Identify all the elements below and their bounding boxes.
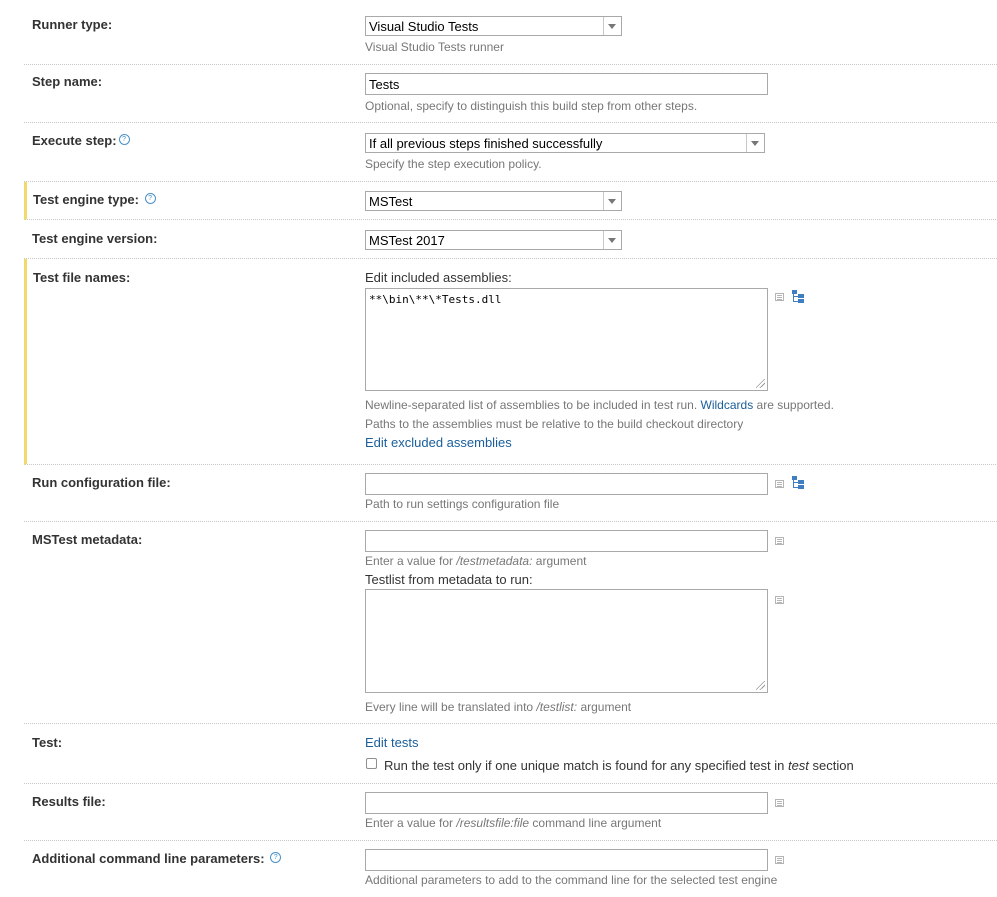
- unique-match-tail: section: [808, 758, 854, 773]
- test-engine-version-value: MSTest 2017: [369, 233, 445, 248]
- list-icon[interactable]: [775, 856, 784, 864]
- mstest-metadata-note-tail: argument: [532, 554, 587, 568]
- assemblies-note-2: Paths to the assemblies must be relative…: [365, 417, 744, 431]
- runner-type-select[interactable]: Visual Studio Tests: [365, 16, 622, 36]
- test-row: Test:: [24, 724, 997, 784]
- step-name-value: Tests: [369, 77, 400, 92]
- mstest-metadata-note: Enter a value for /testmetadata: argumen…: [365, 554, 586, 568]
- results-file-note-tail: command line argument: [529, 816, 662, 830]
- testlist-note-text: Every line will be translated into: [365, 700, 537, 714]
- list-icon[interactable]: [775, 799, 784, 807]
- mstest-metadata-input[interactable]: [365, 530, 768, 552]
- additional-params-label-wrap: Additional command line parameters: ?: [32, 851, 282, 866]
- mstest-metadata-label: MSTest metadata:: [32, 532, 143, 547]
- assemblies-note-1-tail: are supported.: [753, 398, 834, 412]
- list-icon[interactable]: [775, 293, 784, 301]
- test-label: Test:: [32, 735, 63, 750]
- testlist-label: Testlist from metadata to run:: [365, 572, 533, 587]
- testlist-textarea[interactable]: [365, 589, 768, 693]
- assemblies-note-1: Newline-separated list of assemblies to …: [365, 398, 834, 412]
- resize-grip-icon[interactable]: [756, 379, 765, 388]
- test-engine-version-label: Test engine version:: [32, 231, 158, 246]
- unique-match-text: Run the test only if one unique match is…: [384, 758, 788, 773]
- additional-params-note: Additional parameters to add to the comm…: [365, 873, 778, 887]
- testlist-note: Every line will be translated into /test…: [365, 700, 631, 714]
- results-file-label: Results file:: [32, 794, 106, 809]
- list-icon[interactable]: [775, 480, 784, 488]
- chevron-down-icon[interactable]: [603, 192, 621, 210]
- test-file-names-label: Test file names:: [33, 270, 131, 285]
- edit-tests-link[interactable]: Edit tests: [365, 735, 418, 750]
- step-name-input[interactable]: Tests: [365, 73, 768, 95]
- test-engine-type-label: Test engine type:: [33, 192, 139, 207]
- step-name-label: Step name:: [32, 74, 103, 89]
- testlist-note-tail: argument: [577, 700, 632, 714]
- edit-excluded-assemblies-link[interactable]: Edit excluded assemblies: [365, 435, 512, 450]
- execute-step-value: If all previous steps finished successfu…: [369, 136, 603, 151]
- results-file-note-arg: /resultsfile:file: [456, 816, 530, 830]
- run-config-note: Path to run settings configuration file: [365, 497, 560, 511]
- test-engine-type-select[interactable]: MSTest: [365, 191, 622, 211]
- assemblies-note-1-text: Newline-separated list of assemblies to …: [365, 398, 701, 412]
- execute-step-label-wrap: Execute step:?: [32, 133, 130, 148]
- unique-match-em: test: [787, 758, 809, 773]
- included-assemblies-textarea[interactable]: **\bin\**\*Tests.dll: [365, 288, 768, 391]
- mstest-metadata-note-text: Enter a value for: [365, 554, 457, 568]
- execute-step-select[interactable]: If all previous steps finished successfu…: [365, 133, 765, 153]
- test-engine-version-select[interactable]: MSTest 2017: [365, 230, 622, 250]
- chevron-down-icon[interactable]: [603, 231, 621, 249]
- help-icon[interactable]: ?: [144, 193, 156, 204]
- testlist-note-arg: /testlist:: [536, 700, 578, 714]
- tree-picker-icon[interactable]: [792, 476, 805, 489]
- step-name-note: Optional, specify to distinguish this bu…: [365, 99, 698, 113]
- list-icon[interactable]: [775, 596, 784, 604]
- list-icon[interactable]: [775, 537, 784, 545]
- runner-type-value: Visual Studio Tests: [369, 19, 479, 34]
- test-engine-type-label-wrap: Test engine type: ?: [33, 192, 156, 207]
- included-assemblies-value: **\bin\**\*Tests.dll: [369, 293, 502, 306]
- run-config-label: Run configuration file:: [32, 475, 171, 490]
- unique-match-checkbox-label[interactable]: Run the test only if one unique match is…: [384, 758, 854, 773]
- execute-step-label: Execute step:: [32, 133, 117, 148]
- tree-picker-icon[interactable]: [792, 290, 805, 303]
- runner-type-label: Runner type:: [32, 17, 113, 32]
- help-icon[interactable]: ?: [270, 852, 282, 863]
- runner-type-note: Visual Studio Tests runner: [365, 40, 504, 54]
- unique-match-checkbox[interactable]: [366, 758, 377, 769]
- resize-grip-icon[interactable]: [756, 681, 765, 690]
- additional-params-label: Additional command line parameters:: [32, 851, 265, 866]
- results-file-input[interactable]: [365, 792, 768, 814]
- results-file-note-text: Enter a value for: [365, 816, 457, 830]
- included-assemblies-label: Edit included assemblies:: [365, 270, 512, 285]
- run-config-input[interactable]: [365, 473, 768, 495]
- wildcards-link[interactable]: Wildcards: [701, 398, 754, 412]
- chevron-down-icon[interactable]: [603, 17, 621, 35]
- test-engine-type-value: MSTest: [369, 194, 413, 209]
- help-icon[interactable]: ?: [118, 134, 130, 145]
- chevron-down-icon[interactable]: [746, 134, 764, 152]
- execute-step-note: Specify the step execution policy.: [365, 157, 542, 171]
- results-file-note: Enter a value for /resultsfile:file comm…: [365, 816, 661, 830]
- mstest-metadata-note-arg: /testmetadata:: [456, 554, 533, 568]
- additional-params-input[interactable]: [365, 849, 768, 871]
